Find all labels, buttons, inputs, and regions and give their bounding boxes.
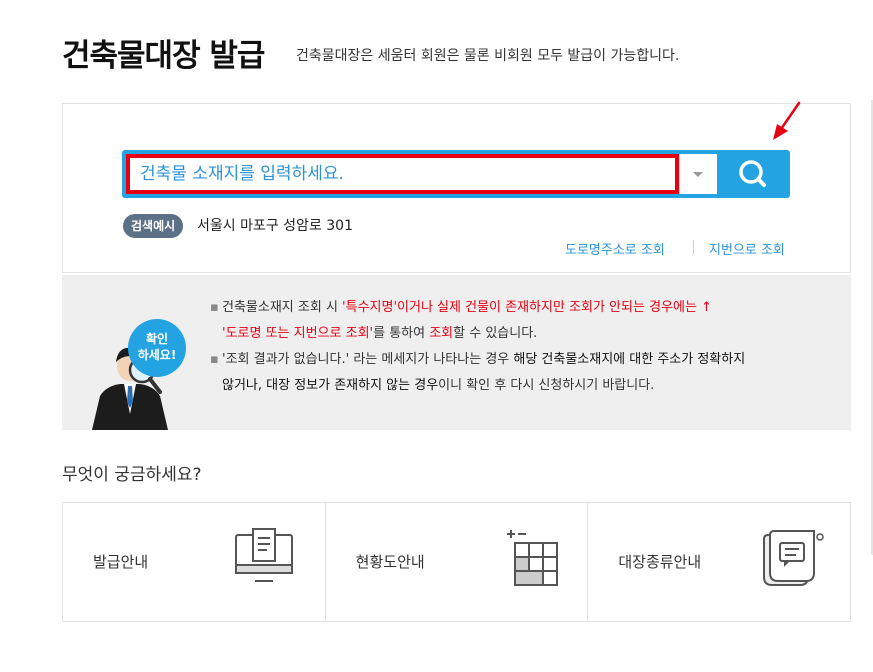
- notice-text-segment: 건축물소재지 조회 시: [222, 300, 343, 315]
- notice-text-segment: 를 통하여: [373, 326, 430, 341]
- issuance-guide-card[interactable]: 발급안내: [63, 503, 325, 621]
- card-label: 발급안내: [93, 553, 149, 571]
- search-example-badge: 검색예시: [123, 214, 184, 238]
- notice-text-segment: '조회 결과가 없습니다.' 라는 메세지가 나타나는 경우: [222, 352, 514, 367]
- scroll-document-icon: [763, 530, 825, 586]
- bullet: ▪: [210, 300, 219, 315]
- bullet: ▪: [210, 352, 219, 367]
- road-address-search-link[interactable]: 도로명주소로 조회: [565, 239, 665, 258]
- notice-item-2: ▪ '조회 결과가 없습니다.' 라는 메세지가 나타나는 경우 해당 건축물소…: [210, 347, 830, 399]
- dropdown-arrow-icon: [693, 172, 703, 177]
- monitor-document-icon: [235, 528, 293, 582]
- check-bubble: 확인 하세요!: [128, 319, 186, 377]
- notice-highlight-segment: '도로명 또는 지번으로 조회': [222, 326, 374, 341]
- search-type-dropdown[interactable]: [679, 154, 717, 194]
- notice-text: ▪ 건축물소재지 조회 시 '특수지명'이거나 실제 건물이 존재하지만 조회가…: [210, 295, 830, 399]
- notice-item-1: ▪ 건축물소재지 조회 시 '특수지명'이거나 실제 건물이 존재하지만 조회가…: [210, 295, 830, 347]
- card-label: 대장종류안내: [618, 553, 702, 571]
- search-button[interactable]: [717, 150, 790, 198]
- bubble-line2: 하세요!: [137, 348, 177, 362]
- card-label: 현황도안내: [355, 553, 425, 571]
- jibun-search-link[interactable]: 지번으로 조회: [709, 239, 785, 258]
- link-separator: [693, 240, 694, 254]
- faq-cards: 발급안내 현황도안내 대장종류안내: [62, 502, 851, 622]
- notice-emphasis-segment: 않거나, 대장 정보가 존재하지 않는 경우: [222, 378, 439, 393]
- search-input[interactable]: 건축물 소재지를 입력하세요.: [126, 154, 679, 194]
- search-icon: [739, 160, 766, 187]
- search-example-text: 서울시 마포구 성암로 301: [197, 218, 353, 234]
- notice-highlight-segment: '특수지명'이거나 실제 건물이 존재하지만 조회가 안되는 경우에는 ↑: [342, 300, 712, 315]
- floor-plan-grid-icon: [506, 530, 558, 586]
- bubble-line1: 확인: [145, 332, 169, 346]
- status-diagram-guide-card[interactable]: 현황도안내: [324, 503, 588, 621]
- page-subtitle: 건축물대장은 세움터 회원은 물론 비회원 모두 발급이 가능합니다.: [296, 48, 680, 64]
- pointer-arrow-icon: [773, 101, 801, 140]
- notice-emphasis-segment: 해당 건축물소재지에 대한 주소가 정확하지: [513, 352, 746, 367]
- notice-text-segment: 이니 확인 후 다시 신청하시기 바랍니다.: [438, 378, 655, 393]
- notice-highlight-segment: 조회: [429, 326, 454, 341]
- notice-text-segment: 할 수 있습니다.: [453, 326, 538, 341]
- register-type-guide-card[interactable]: 대장종류안내: [587, 503, 850, 621]
- faq-title: 무엇이 궁금하세요?: [62, 465, 202, 485]
- page-title: 건축물대장 발급: [62, 38, 265, 74]
